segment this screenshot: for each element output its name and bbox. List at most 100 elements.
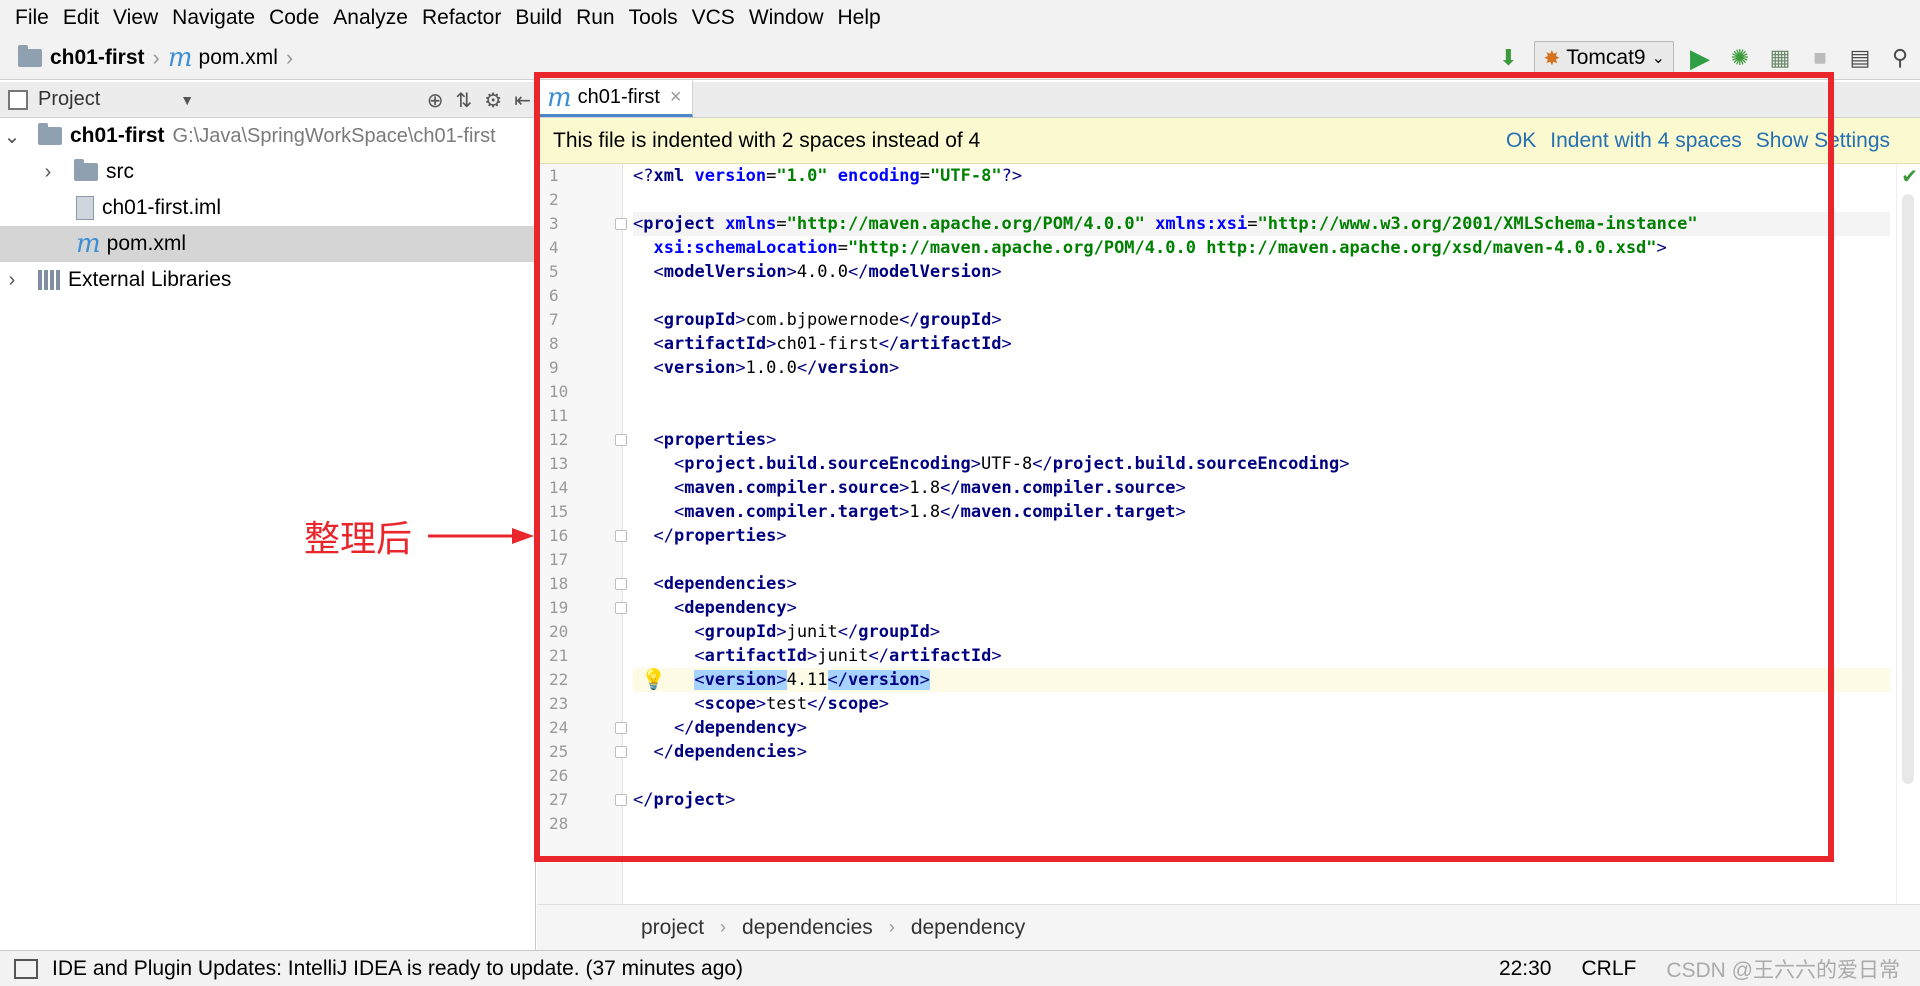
- library-icon: [38, 270, 60, 290]
- tree-item-iml[interactable]: ch01-first.iml: [0, 190, 535, 226]
- code-line-current: <version>4.11</version>: [633, 668, 1890, 692]
- maven-file-icon: m: [167, 42, 193, 73]
- breadcrumb-item[interactable]: dependency: [911, 916, 1025, 940]
- xml-attr-value: "http://www.w3.org/2001/XMLSchema-instan…: [1257, 214, 1698, 234]
- stop-icon[interactable]: ■: [1800, 38, 1840, 78]
- project-panel-title[interactable]: Project: [38, 88, 100, 111]
- status-message[interactable]: IDE and Plugin Updates: IntelliJ IDEA is…: [52, 957, 743, 981]
- lightbulb-icon[interactable]: 💡: [641, 668, 666, 692]
- line-number: 7: [549, 310, 559, 329]
- fold-toggle-icon[interactable]: [615, 218, 627, 230]
- menu-refactor[interactable]: Refactor: [415, 0, 508, 36]
- run-config-label: Tomcat9: [1566, 46, 1646, 69]
- caret-position[interactable]: 22:30: [1499, 957, 1552, 981]
- run-config-select[interactable]: ✸ Tomcat9 ⌄: [1534, 41, 1674, 75]
- menu-edit[interactable]: Edit: [56, 0, 106, 36]
- project-structure-icon[interactable]: ▤: [1840, 38, 1880, 78]
- line-number: 1: [549, 166, 559, 185]
- chevron-right-icon[interactable]: ›: [36, 161, 60, 184]
- tree-item-label: src: [106, 160, 134, 183]
- run-icon[interactable]: ▶: [1680, 38, 1720, 78]
- xml-attr: xmlns: [725, 214, 777, 234]
- menu-analyze[interactable]: Analyze: [326, 0, 415, 36]
- editor-scrollbar[interactable]: [1902, 194, 1914, 784]
- fold-toggle-icon[interactable]: [615, 530, 627, 542]
- annotation-arrow-icon: [428, 528, 534, 544]
- code-line: <groupId>junit</groupId>: [694, 622, 941, 642]
- code-line: <artifactId>junit</artifactId>: [694, 646, 1002, 666]
- tree-item-label: ch01-first.iml: [102, 196, 222, 219]
- maven-file-icon: m: [76, 229, 101, 259]
- code-editor[interactable]: 1 2 3 4 5 6 7 8 9 10 11 12 13 14 15 16 1…: [537, 164, 1920, 904]
- xml-text: junit: [786, 622, 838, 642]
- menu-run[interactable]: Run: [569, 0, 622, 36]
- coverage-icon[interactable]: ▦: [1760, 38, 1800, 78]
- xml-attr: version: [694, 166, 767, 186]
- gear-icon[interactable]: ⚙: [484, 88, 502, 113]
- xml-text: 1.8: [909, 478, 941, 498]
- menu-vcs[interactable]: VCS: [685, 0, 742, 36]
- maven-file-icon: m: [547, 82, 572, 113]
- chevron-down-icon[interactable]: ⌄: [0, 124, 24, 149]
- nav-crumb-file[interactable]: m pom.xml: [168, 36, 278, 80]
- line-separator[interactable]: CRLF: [1582, 957, 1637, 981]
- line-number: 24: [549, 718, 569, 737]
- xml-text: 1.0.0: [745, 358, 797, 378]
- tree-item-src[interactable]: › src: [0, 154, 535, 190]
- code-line: <maven.compiler.target>1.8</maven.compil…: [673, 502, 1186, 522]
- code-line: <scope>test</scope>: [694, 694, 889, 714]
- project-panel: Project ▼ ⊕ ⇅ ⚙ ⇤ ⌄ ch01-first G:\Java\S…: [0, 82, 536, 950]
- code-line: </properties>: [653, 526, 787, 546]
- notice-settings-link[interactable]: Show Settings: [1756, 129, 1890, 153]
- fold-toggle-icon[interactable]: [615, 746, 627, 758]
- tree-item-external-libraries[interactable]: › External Libraries: [0, 262, 535, 298]
- chevron-right-icon[interactable]: ›: [0, 269, 24, 292]
- menu-view[interactable]: View: [106, 0, 165, 36]
- fold-toggle-icon[interactable]: [615, 578, 627, 590]
- menu-navigate[interactable]: Navigate: [165, 0, 262, 36]
- code-line: <properties>: [653, 430, 777, 450]
- notice-ok-link[interactable]: OK: [1506, 129, 1536, 153]
- line-number: 21: [549, 646, 569, 665]
- tree-item-label: pom.xml: [106, 232, 187, 255]
- breadcrumb-item[interactable]: dependencies: [742, 916, 873, 940]
- debug-icon[interactable]: ✺: [1720, 38, 1760, 78]
- code-line: <project.build.sourceEncoding>UTF-8</pro…: [673, 454, 1350, 474]
- notice-indent-link[interactable]: Indent with 4 spaces: [1550, 129, 1741, 153]
- search-icon[interactable]: ⚲: [1880, 38, 1920, 78]
- menu-code[interactable]: Code: [262, 0, 326, 36]
- menu-tools[interactable]: Tools: [622, 0, 685, 36]
- locate-icon[interactable]: ⊕: [427, 88, 444, 113]
- fold-toggle-icon[interactable]: [615, 794, 627, 806]
- menu-help[interactable]: Help: [831, 0, 888, 36]
- chevron-down-icon[interactable]: ▼: [180, 92, 194, 108]
- project-view-icon: [8, 89, 28, 110]
- fold-toggle-icon[interactable]: [615, 722, 627, 734]
- xml-text: ch01-first: [776, 334, 879, 354]
- xml-text: 4.0.0: [796, 262, 848, 282]
- xml-text: test: [766, 694, 808, 714]
- status-bar: IDE and Plugin Updates: IntelliJ IDEA is…: [0, 950, 1920, 986]
- close-icon[interactable]: ×: [670, 86, 682, 109]
- chevron-right-icon: ›: [285, 44, 294, 70]
- build-icon[interactable]: ⬇: [1488, 38, 1528, 78]
- menu-window[interactable]: Window: [742, 0, 831, 36]
- xml-attr-value: "http://maven.apache.org/POM/4.0.0": [786, 214, 1145, 234]
- fold-toggle-icon[interactable]: [615, 434, 627, 446]
- menu-file[interactable]: File: [8, 0, 56, 36]
- tree-item-pom[interactable]: m pom.xml: [0, 226, 535, 262]
- menu-build[interactable]: Build: [508, 0, 569, 36]
- fold-toggle-icon[interactable]: [615, 602, 627, 614]
- nav-crumb-project[interactable]: ch01-first: [0, 36, 145, 80]
- watermark-text: CSDN @王六六的爱日常: [1666, 959, 1900, 982]
- editor-tab-pom[interactable]: m ch01-first ×: [537, 81, 693, 117]
- collapse-all-icon[interactable]: ⇅: [456, 88, 473, 113]
- line-number: 8: [549, 334, 559, 353]
- breadcrumb-item[interactable]: project: [641, 916, 704, 940]
- hide-panel-icon[interactable]: ⇤: [514, 88, 531, 113]
- tree-item-project[interactable]: ⌄ ch01-first G:\Java\SpringWorkSpace\ch0…: [0, 118, 535, 154]
- line-number: 11: [549, 406, 569, 425]
- tool-window-icon[interactable]: [14, 958, 38, 979]
- project-panel-tools: ⊕ ⇅ ⚙ ⇤: [427, 82, 531, 118]
- line-number: 6: [549, 286, 559, 305]
